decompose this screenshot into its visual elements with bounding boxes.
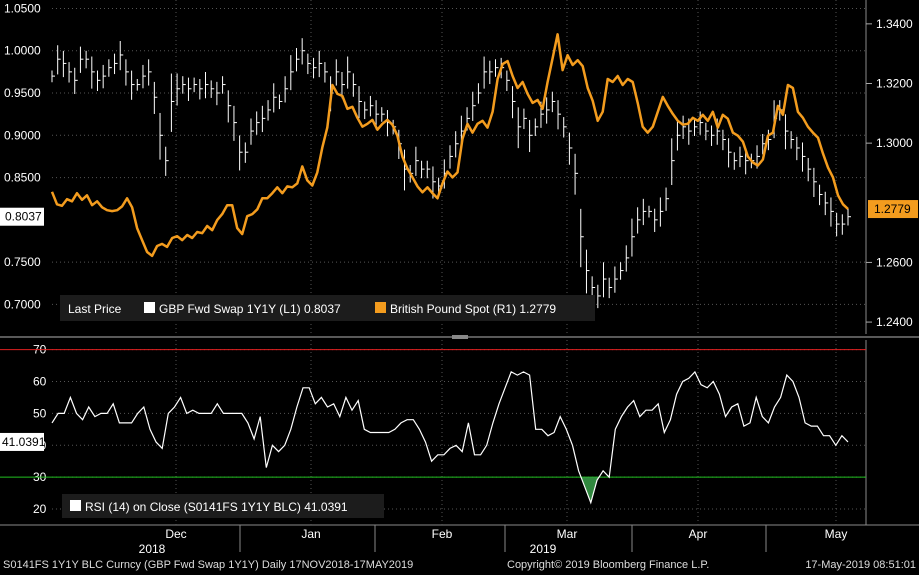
x-tick-label: Dec — [165, 527, 186, 541]
left-tick-label: 0.7000 — [4, 297, 41, 311]
x-tick-label: Mar — [557, 527, 578, 541]
footer-bar: S0141FS 1Y1Y BLC Curncy (GBP Fwd Swap 1Y… — [0, 556, 919, 575]
grid-lines — [0, 0, 919, 526]
legend-title: Last Price — [68, 302, 122, 316]
legend-entry: GBP Fwd Swap 1Y1Y (L1) 0.8037 — [159, 302, 341, 316]
footer-copyright: Copyright© 2019 Bloomberg Finance L.P. — [507, 559, 710, 571]
left-tick-label: 0.9000 — [4, 128, 41, 142]
legend-swatch — [375, 302, 386, 313]
left-last-value: 0.8037 — [5, 210, 42, 224]
left-tick-label: 1.0500 — [4, 1, 41, 15]
legend-entry: British Pound Spot (R1) 1.2779 — [390, 302, 556, 316]
left-tick-label: 0.7500 — [4, 255, 41, 269]
x-tick-label: Feb — [432, 527, 453, 541]
right-tick-label: 1.2600 — [876, 255, 913, 269]
series-layer — [0, 33, 866, 505]
rsi-legend-swatch — [70, 500, 81, 511]
right-tick-label: 1.3200 — [876, 77, 913, 91]
x-year-label: 2019 — [530, 542, 557, 556]
x-tick-label: Apr — [689, 527, 708, 541]
x-tick-label: Jan — [301, 527, 320, 541]
rsi-line — [51, 370, 849, 505]
x-year-label: 2018 — [139, 542, 166, 556]
chart-canvas: Dec2018 Jan Feb Mar2019 Apr May 1.0500 1.0000 0.… — [0, 0, 919, 556]
left-tick-label: 1.0000 — [4, 44, 41, 58]
right-tick-label: 1.2400 — [876, 315, 913, 329]
panel-resize-handle[interactable] — [452, 335, 468, 339]
footer-security: S0141FS 1Y1Y BLC Curncy (GBP Fwd Swap 1Y… — [3, 559, 414, 571]
left-tick-label: 0.9500 — [4, 86, 41, 100]
rsi-tick-label: 50 — [33, 406, 47, 420]
rsi-last-value: 41.0391 — [2, 435, 46, 449]
rsi-tick-label: 20 — [33, 502, 47, 516]
axis-ticks: Dec2018 Jan Feb Mar2019 Apr May 1.0500 1.0000 0.… — [4, 1, 913, 556]
overlay-layer: 0.8037 1.2779 41.0391 Last Price GBP Fwd Swa… — [0, 200, 918, 518]
footer-timestamp: 17-May-2019 08:51:01 — [805, 559, 916, 571]
right-tick-label: 1.3000 — [876, 136, 913, 150]
rsi-legend-label: RSI (14) on Close (S0141FS 1Y1Y BLC) 41.… — [85, 500, 348, 514]
legend-swatch — [144, 302, 155, 313]
rsi-tick-label: 60 — [33, 374, 47, 388]
right-last-value: 1.2779 — [874, 202, 911, 216]
x-tick-label: May — [825, 527, 848, 541]
right-tick-label: 1.3400 — [876, 17, 913, 31]
left-tick-label: 0.8500 — [4, 171, 41, 185]
